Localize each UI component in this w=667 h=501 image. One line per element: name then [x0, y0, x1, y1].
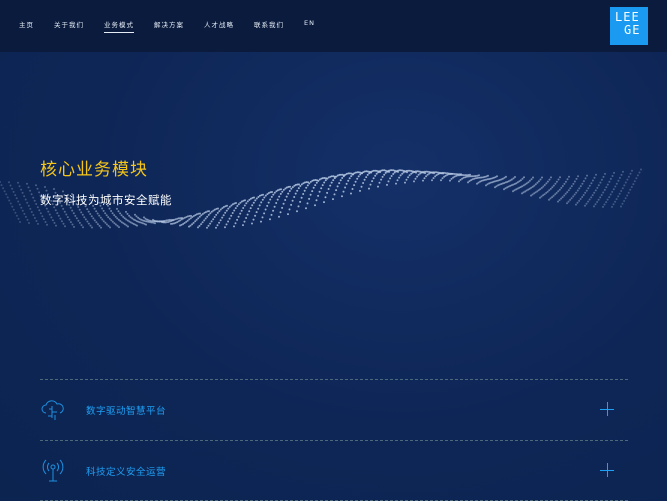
main-nav: 主页 关于我们 业务模式 解决方案 人才战略 联系我们 EN [19, 19, 335, 33]
page-subtitle: 数字科技为城市安全赋能 [40, 193, 172, 207]
cloud-circuit-icon [41, 400, 64, 420]
logo-text: GE [624, 23, 641, 37]
module-label: 数字驱动智慧平台 [86, 406, 167, 417]
nav-about[interactable]: 关于我们 [54, 19, 84, 33]
module-row-security-operations[interactable]: 科技定义安全运营 [40, 440, 628, 500]
nav-talent[interactable]: 人才战略 [204, 19, 234, 33]
nav-contact[interactable]: 联系我们 [254, 19, 284, 33]
nav-solutions[interactable]: 解决方案 [154, 19, 184, 33]
module-row-digital-platform[interactable]: 数字驱动智慧平台 [40, 379, 628, 439]
nav-business-model[interactable]: 业务模式 [104, 19, 134, 33]
header: 主页 关于我们 业务模式 解决方案 人才战略 联系我们 EN LEE GE [0, 0, 667, 52]
hero: 核心业务模块 数字科技为城市安全赋能 [40, 155, 172, 208]
nav-home[interactable]: 主页 [19, 19, 34, 33]
logo[interactable]: LEE GE [610, 7, 648, 45]
signal-tower-icon [42, 459, 64, 482]
module-label: 科技定义安全运营 [86, 467, 167, 478]
page-title: 核心业务模块 [40, 160, 148, 180]
nav-english[interactable]: EN [304, 19, 315, 33]
expand-plus-icon[interactable] [600, 463, 614, 477]
expand-plus-icon[interactable] [600, 402, 614, 416]
